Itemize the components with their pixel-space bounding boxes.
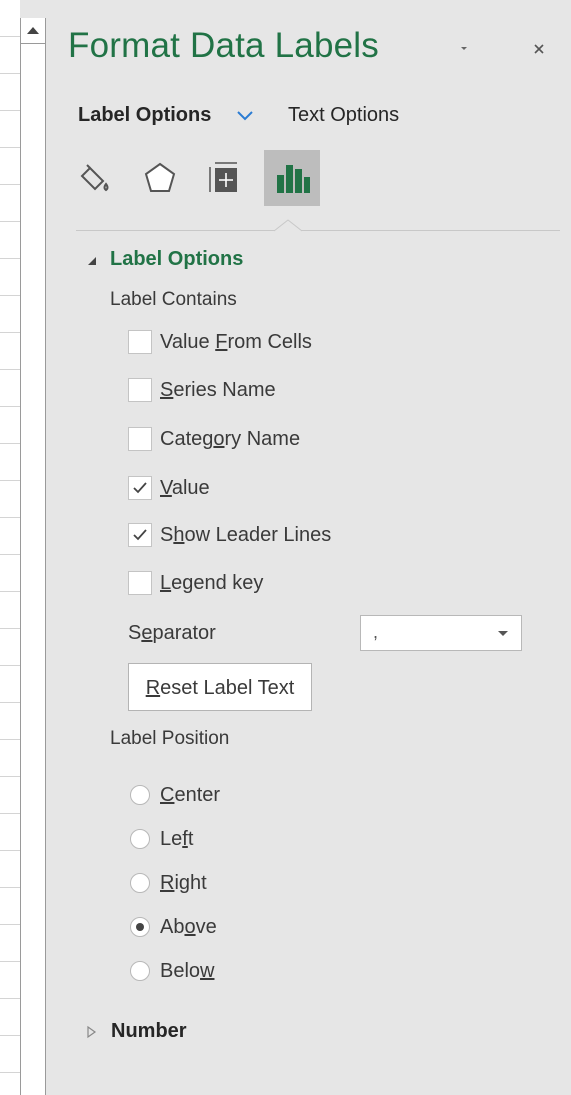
close-icon[interactable]: [530, 40, 548, 58]
pane-title: Format Data Labels: [68, 26, 379, 65]
label-options-chart-icon: [277, 165, 310, 193]
label-options-section-header[interactable]: Label Options: [86, 248, 243, 271]
chevron-down-icon[interactable]: [236, 109, 254, 123]
radio-button-selected[interactable]: [130, 917, 150, 937]
radio-button[interactable]: [130, 873, 150, 893]
effects-button[interactable]: [132, 150, 188, 206]
fill-line-button[interactable]: [68, 150, 124, 206]
checkbox-label: Value From Cells: [160, 331, 312, 353]
size-properties-icon: [209, 162, 237, 192]
checkbox-label: Show Leader Lines: [160, 524, 332, 546]
scroll-up-button[interactable]: [21, 18, 45, 44]
radio-label: Left: [160, 828, 194, 850]
radio-button[interactable]: [130, 829, 150, 849]
checkbox-label: Category Name: [160, 428, 301, 450]
checkbox-label: Legend key: [160, 572, 264, 594]
checkbox-box[interactable]: [128, 523, 152, 547]
chevron-down-small-icon[interactable]: [456, 40, 472, 56]
number-section-header[interactable]: Number: [86, 1020, 187, 1043]
radio-label: Below: [160, 960, 215, 982]
separator-dropdown[interactable]: ,: [360, 615, 522, 651]
checkbox-box[interactable]: [128, 378, 152, 402]
tab-text-options[interactable]: Text Options: [288, 104, 399, 127]
fill-line-icon: [80, 164, 109, 192]
format-data-labels-pane: Format Data Labels Label Options Text Op…: [46, 0, 571, 1095]
scroll-up-arrow-icon: [27, 27, 39, 34]
worksheet-edge: [0, 0, 20, 1095]
checkbox-label: Series Name: [160, 379, 276, 401]
radio-label: Center: [160, 784, 221, 806]
checkmark-icon: [133, 482, 147, 494]
vertical-scrollbar[interactable]: [20, 18, 46, 1095]
section-title: Number: [111, 1020, 187, 1042]
radio-label: Right: [160, 872, 207, 894]
checkbox-box[interactable]: [128, 571, 152, 595]
label-position-heading: Label Position: [110, 728, 230, 749]
checkbox-box[interactable]: [128, 427, 152, 451]
separator-value: ,: [373, 622, 379, 642]
checkmark-icon: [133, 529, 147, 541]
dropdown-arrow-icon[interactable]: [497, 630, 509, 638]
radio-label: Above: [160, 916, 217, 938]
checkbox-label: Value: [160, 477, 210, 499]
checkbox-box[interactable]: [128, 476, 152, 500]
toolbar-divider: [76, 230, 560, 231]
reset-label-text-button[interactable]: Reset Label Text: [128, 663, 312, 711]
separator-label: Separator: [128, 622, 216, 644]
selected-tab-notch: [274, 219, 302, 232]
radio-button[interactable]: [130, 785, 150, 805]
checkbox-box[interactable]: [128, 330, 152, 354]
size-properties-button[interactable]: [198, 150, 254, 206]
section-title: Label Options: [110, 248, 244, 270]
tab-label-options[interactable]: Label Options: [78, 104, 211, 127]
label-options-button[interactable]: [264, 150, 320, 206]
label-contains-heading: Label Contains: [110, 289, 237, 310]
radio-button[interactable]: [130, 961, 150, 981]
effects-pentagon-icon: [144, 162, 176, 192]
